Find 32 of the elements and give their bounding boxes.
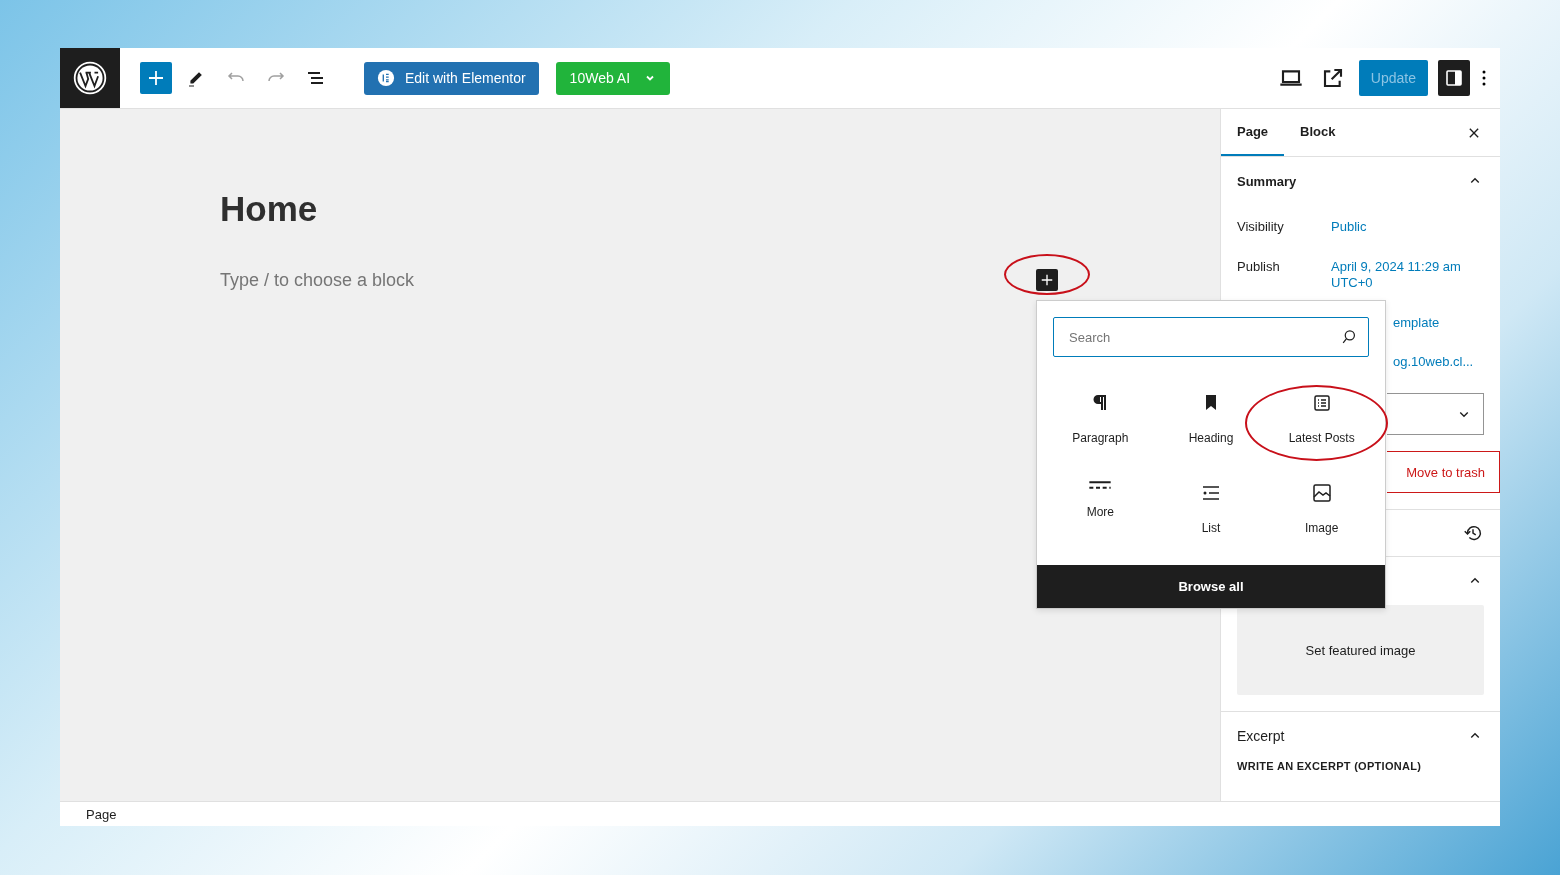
move-to-trash-button[interactable]: Move to trash: [1387, 451, 1500, 493]
field-label: Visibility: [1237, 219, 1285, 235]
section-title: Summary: [1237, 173, 1297, 189]
wordpress-logo[interactable]: [72, 60, 108, 96]
browse-all-button[interactable]: Browse all: [1037, 565, 1385, 608]
set-featured-image-button[interactable]: Set featured image: [1237, 605, 1484, 695]
elementor-logo-icon: [377, 69, 395, 87]
block-type-item[interactable]: Latest Posts: [1266, 387, 1377, 449]
page-title[interactable]: Home: [220, 189, 1220, 229]
field-value-link[interactable]: emplate: [1393, 315, 1440, 330]
block-type-item[interactable]: List: [1155, 477, 1267, 539]
field-value-link[interactable]: Public: [1331, 219, 1481, 235]
block-type-item[interactable]: More: [1045, 477, 1156, 539]
dashed-line-icon: [1088, 481, 1113, 489]
add-block-button[interactable]: [140, 62, 172, 94]
block-placeholder[interactable]: Type / to choose a block: [220, 269, 415, 291]
block-type-item[interactable]: Image: [1266, 477, 1377, 539]
field-value-link[interactable]: April 9, 2024 11:29 am UTC+0: [1331, 259, 1481, 291]
dropdown-field[interactable]: [1387, 393, 1484, 435]
add-block-button[interactable]: [1036, 269, 1058, 291]
sidebar-tab[interactable]: Block: [1284, 109, 1352, 156]
breadcrumb[interactable]: Page: [86, 806, 117, 822]
block-type-item[interactable]: Heading: [1155, 387, 1267, 449]
search-field[interactable]: Search: [1053, 317, 1369, 357]
sidebar-toggle-icon[interactable]: [1438, 60, 1470, 96]
sidebar-tab[interactable]: Page: [1221, 109, 1285, 156]
field-label: Publish: [1237, 259, 1281, 276]
block-type-item[interactable]: Paragraph: [1045, 387, 1156, 449]
edit-with-elementor-button[interactable]: Edit with Elementor: [364, 61, 539, 95]
section-title: Excerpt: [1237, 728, 1285, 744]
field-value-link[interactable]: og.10web.cl...: [1393, 354, 1474, 369]
excerpt-label: WRITE AN EXCERPT (OPTIONAL): [1237, 760, 1423, 772]
